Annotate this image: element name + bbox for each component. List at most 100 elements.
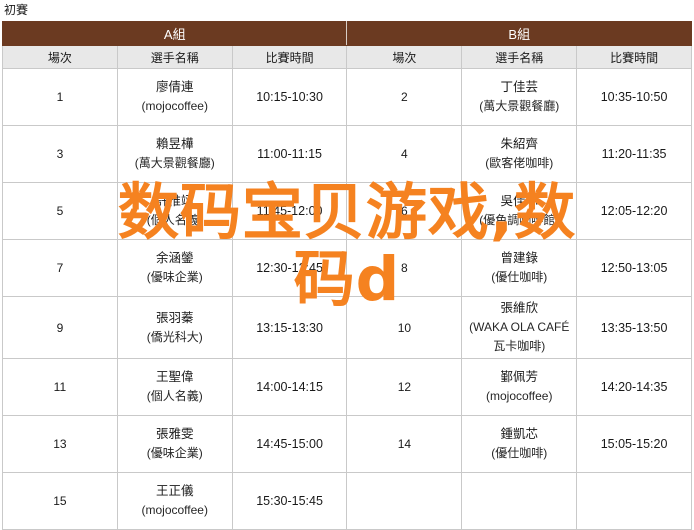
match-number: 10 — [397, 320, 412, 335]
table-row: 13 張雅雯 (優味企業) 14:45-15:00 14 鍾凱芯 (優仕咖啡) 15:05-1… — [2, 415, 692, 473]
table-row: 5 許惟翊 (個人名義) 11:45-12:00 6 吳佳芯 (優色調咖啡館) 12:05-1… — [2, 182, 692, 240]
match-number: 12 — [397, 380, 412, 394]
cell-a-no: 11 — [2, 358, 118, 416]
player-name: 張維欣 — [500, 301, 538, 315]
match-time: 10:15-10:30 — [256, 90, 323, 104]
col-header-b-time: 比賽時間 — [576, 45, 692, 69]
match-number: 3 — [56, 147, 64, 161]
match-number: 4 — [401, 147, 408, 161]
match-time: 13:15-13:30 — [256, 320, 323, 335]
match-time: 10:35-10:50 — [600, 90, 668, 104]
table-body: 1 廖倩連 (mojocoffee) 10:15-10:30 2 丁佳芸 (萬大景觀餐廳) 1… — [2, 68, 692, 530]
player-affiliation: (萬大景觀餐廳) — [479, 99, 560, 113]
col-header-a-time: 比賽時間 — [231, 45, 348, 69]
cell-b-name: 吳佳芯 (優色調咖啡館) — [461, 182, 578, 240]
cell-a-time: 14:00-14:15 — [231, 358, 348, 416]
cell-b-name: 曾建錄 (優仕咖啡) — [461, 239, 578, 297]
col-header-b-name: 選手名稱 — [461, 45, 578, 69]
cell-a-name: 許惟翊 (個人名義) — [116, 182, 233, 240]
player-affiliation: (優仕咖啡) — [491, 446, 548, 460]
match-number: 5 — [56, 204, 64, 218]
cell-b-no: 10 — [346, 296, 463, 359]
table-row: 15 王正儀 (mojocoffee) 15:30-15:45 — [2, 472, 692, 530]
cell-b-no: 14 — [346, 415, 463, 473]
cell-a-no: 13 — [2, 415, 118, 473]
cell-b-name: 鍾凱芯 (優仕咖啡) — [461, 415, 578, 473]
cell-b-name: 張維欣 (WAKA OLA CAFÉ 瓦卡咖啡) — [461, 296, 578, 359]
cell-b-time: 11:20-11:35 — [576, 125, 692, 183]
player-name: 吳佳芯 — [500, 194, 538, 208]
cell-b-time: 10:35-10:50 — [576, 68, 692, 126]
cell-b-no — [346, 472, 463, 530]
cell-b-time: 14:20-14:35 — [576, 358, 692, 416]
table-row: 1 廖倩連 (mojocoffee) 10:15-10:30 2 丁佳芸 (萬大景觀餐廳) 1… — [2, 68, 692, 126]
match-time: 11:45-12:00 — [256, 204, 323, 218]
cell-b-time: 13:35-13:50 — [576, 296, 692, 359]
cell-a-time: 15:30-15:45 — [231, 472, 348, 530]
cell-b-no: 6 — [346, 182, 463, 240]
match-time: 13:35-13:50 — [600, 320, 668, 335]
column-header-row: 場次 選手名稱 比賽時間 場次 選手名稱 比賽時間 — [2, 45, 692, 69]
cell-b-time: 12:05-12:20 — [576, 182, 692, 240]
player-name: 王正儀 — [155, 484, 194, 498]
player-affiliation: (歐客佬咖啡) — [485, 156, 554, 170]
player-affiliation: (WAKA OLA CAFÉ 瓦卡咖啡) — [469, 320, 570, 353]
cell-b-no: 4 — [346, 125, 463, 183]
cell-a-time: 12:30-12:45 — [231, 239, 348, 297]
player-name: 余涵鎣 — [155, 251, 194, 265]
group-b-header: B組 — [346, 21, 692, 46]
match-time: 15:30-15:45 — [256, 494, 323, 508]
player-affiliation: (僑光科大) — [146, 329, 203, 344]
player-affiliation: (優味企業) — [146, 270, 203, 284]
cell-a-no: 1 — [2, 68, 118, 126]
cell-b-name: 朱紹齊 (歐客佬咖啡) — [461, 125, 578, 183]
player-affiliation: (mojocoffee) — [141, 503, 208, 517]
match-number: 8 — [401, 261, 408, 275]
match-number: 2 — [401, 90, 408, 104]
cell-a-time: 10:15-10:30 — [231, 68, 348, 126]
match-number: 1 — [56, 90, 64, 104]
match-number: 9 — [56, 320, 64, 335]
player-name: 丁佳芸 — [500, 80, 538, 94]
match-number: 15 — [53, 494, 67, 508]
player-name: 許惟翊 — [155, 194, 194, 208]
player-affiliation: (優仕咖啡) — [491, 270, 548, 284]
cell-b-no: 8 — [346, 239, 463, 297]
group-header-row: A組 B組 — [1, 21, 692, 46]
cell-a-no: 15 — [2, 472, 118, 530]
col-header-a-no: 場次 — [2, 45, 118, 69]
table-row: 11 王聖偉 (個人名義) 14:00-14:15 12 鄞佩芳 (mojocoffee) 1… — [2, 358, 692, 416]
match-time: 11:20-11:35 — [601, 147, 667, 161]
player-name: 廖倩連 — [155, 80, 194, 94]
cell-a-name: 王正儀 (mojocoffee) — [116, 472, 233, 530]
col-header-a-name: 選手名稱 — [116, 45, 233, 69]
match-number: 6 — [401, 204, 408, 218]
player-name: 鍾凱芯 — [500, 427, 538, 441]
match-number: 13 — [53, 437, 67, 451]
cell-b-no: 2 — [346, 68, 463, 126]
match-time: 14:20-14:35 — [600, 380, 668, 394]
cell-a-name: 張雅雯 (優味企業) — [116, 415, 233, 473]
cell-a-no: 5 — [2, 182, 118, 240]
cell-a-time: 11:45-12:00 — [231, 182, 348, 240]
col-header-b-no: 場次 — [346, 45, 463, 69]
page-title: 初賽 — [4, 3, 29, 17]
player-name: 張雅雯 — [155, 427, 194, 441]
table-head: A組 B組 場次 選手名稱 比賽時間 場次 選手名稱 比賽時間 — [1, 21, 692, 69]
table-row: 7 余涵鎣 (優味企業) 12:30-12:45 8 曾建錄 (優仕咖啡) 12:50-13:… — [2, 239, 692, 297]
cell-a-time: 14:45-15:00 — [231, 415, 348, 473]
cell-b-time — [576, 472, 692, 530]
player-affiliation: (mojocoffee) — [141, 99, 208, 113]
player-name: 王聖偉 — [155, 370, 194, 384]
cell-a-name: 廖倩連 (mojocoffee) — [116, 68, 233, 126]
player-name: 朱紹齊 — [500, 137, 538, 151]
cell-a-no: 3 — [2, 125, 118, 183]
cell-a-time: 11:00-11:15 — [231, 125, 348, 183]
cell-b-name — [461, 472, 578, 530]
player-affiliation: (萬大景觀餐廳) — [134, 156, 215, 170]
match-time: 12:30-12:45 — [256, 261, 323, 275]
match-number: 7 — [56, 261, 64, 275]
player-name: 賴昱樺 — [155, 137, 194, 151]
match-time: 14:45-15:00 — [256, 437, 323, 451]
table-row: 9 張羽蓁 (僑光科大) 13:15-13:30 10 張維欣 (WAKA OLA CAFÉ… — [2, 296, 692, 359]
